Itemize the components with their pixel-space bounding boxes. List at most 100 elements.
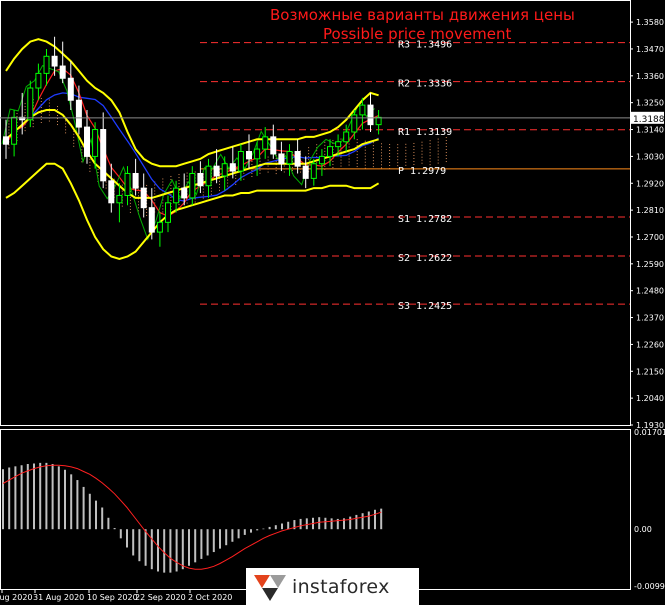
cloud-dot — [48, 99, 50, 101]
candle-body — [67, 77, 74, 101]
cloud-dot — [162, 211, 164, 213]
cloud-dot — [308, 150, 310, 152]
cloud-dot — [381, 158, 382, 160]
cloud-dot — [413, 157, 415, 159]
cloud-dot — [421, 144, 423, 146]
cloud-dot — [8, 120, 10, 122]
cloud-dot — [364, 164, 366, 166]
candle-body — [335, 141, 342, 148]
cloud-dot — [227, 185, 229, 187]
cloud-dot — [24, 106, 26, 108]
y-tick-label: 1.2040 — [636, 394, 664, 403]
cloud-dot — [89, 170, 91, 172]
cloud-dot — [24, 103, 26, 105]
cloud-dot — [154, 187, 156, 189]
cloud-dot — [356, 160, 358, 162]
cloud-dot — [429, 140, 431, 142]
cloud-dot — [267, 156, 269, 158]
cloud-dot — [332, 160, 334, 162]
cloud-dot — [437, 156, 439, 158]
cloud-dot — [129, 208, 131, 210]
cloud-dot — [405, 146, 407, 148]
cloud-dot — [413, 163, 415, 165]
candle-body — [318, 155, 325, 165]
cloud-dot — [65, 126, 67, 128]
cloud-dot — [73, 136, 75, 138]
cloud-dot — [356, 139, 358, 141]
cloud-dot — [202, 191, 204, 193]
cloud-dot — [348, 158, 350, 160]
cloud-dot — [291, 166, 293, 168]
candle-body — [35, 72, 42, 89]
cloud-dot — [413, 142, 415, 144]
candle-body — [302, 165, 309, 179]
cloud-dot — [65, 129, 67, 131]
cloud-dot — [356, 145, 358, 147]
cloud-dot — [251, 161, 253, 163]
cloud-dot — [186, 175, 188, 177]
cloud-dot — [437, 162, 439, 164]
logo-text: instaforex — [292, 575, 390, 598]
cloud-dot — [372, 148, 374, 150]
cloud-dot — [429, 161, 431, 163]
cloud-dot — [364, 161, 366, 163]
x-tick-label: 10 Sep 2020 — [87, 593, 138, 602]
cloud-dot — [405, 149, 407, 151]
cloud-dot — [413, 145, 415, 147]
cloud-dot — [170, 175, 172, 177]
cloud-dot — [97, 168, 99, 170]
cloud-dot — [324, 153, 326, 155]
cloud-dot — [24, 130, 26, 132]
cloud-dot — [162, 202, 164, 204]
candle-body — [294, 151, 301, 167]
cloud-dot — [308, 147, 310, 149]
cloud-dot — [32, 120, 34, 122]
candle-body — [246, 151, 252, 160]
cloud-dot — [445, 161, 447, 163]
cloud-dot — [57, 121, 58, 123]
cloud-dot — [340, 165, 342, 167]
cloud-dot — [421, 141, 423, 143]
cloud-dot — [437, 159, 439, 161]
cloud-dot — [202, 188, 204, 190]
cloud-dot — [437, 141, 439, 143]
cloud-dot — [178, 204, 180, 206]
x-tick-label: 31 Aug 2020 — [33, 593, 84, 602]
cloud-dot — [429, 143, 431, 145]
cloud-dot — [445, 158, 447, 160]
cloud-dot — [235, 177, 237, 179]
y-tick-label: 1.2370 — [636, 314, 664, 323]
cloud-dot — [235, 183, 237, 185]
cloud-dot — [308, 156, 310, 158]
candle-body — [286, 151, 293, 165]
cloud-dot — [138, 195, 139, 197]
cloud-dot — [267, 171, 269, 173]
cloud-dot — [389, 164, 391, 166]
cloud-dot — [381, 143, 382, 145]
cloud-dot — [397, 162, 399, 164]
cloud-dot — [24, 115, 26, 117]
cloud-dot — [332, 163, 334, 165]
candle-body — [375, 116, 382, 126]
cloud-dot — [300, 171, 301, 173]
cloud-dot — [105, 187, 107, 189]
cloud-dot — [73, 133, 75, 135]
pivot-label-p: P 1.2979 — [398, 166, 446, 177]
cloud-dot — [186, 202, 188, 204]
cloud-dot — [389, 158, 391, 160]
candle-body — [116, 194, 123, 204]
candle-body — [205, 165, 212, 187]
cloud-dot — [170, 184, 172, 186]
cloud-dot — [194, 198, 196, 200]
cloud-dot — [348, 155, 350, 157]
cloud-dot — [89, 161, 91, 163]
cloud-dot — [121, 190, 123, 192]
cloud-dot — [421, 150, 423, 152]
cloud-dot — [235, 174, 237, 176]
cloud-dot — [73, 145, 75, 147]
cloud-dot — [170, 199, 172, 201]
cloud-dot — [429, 149, 431, 151]
cloud-dot — [24, 112, 26, 114]
cloud-dot — [445, 140, 447, 142]
cloud-dot — [154, 193, 156, 195]
